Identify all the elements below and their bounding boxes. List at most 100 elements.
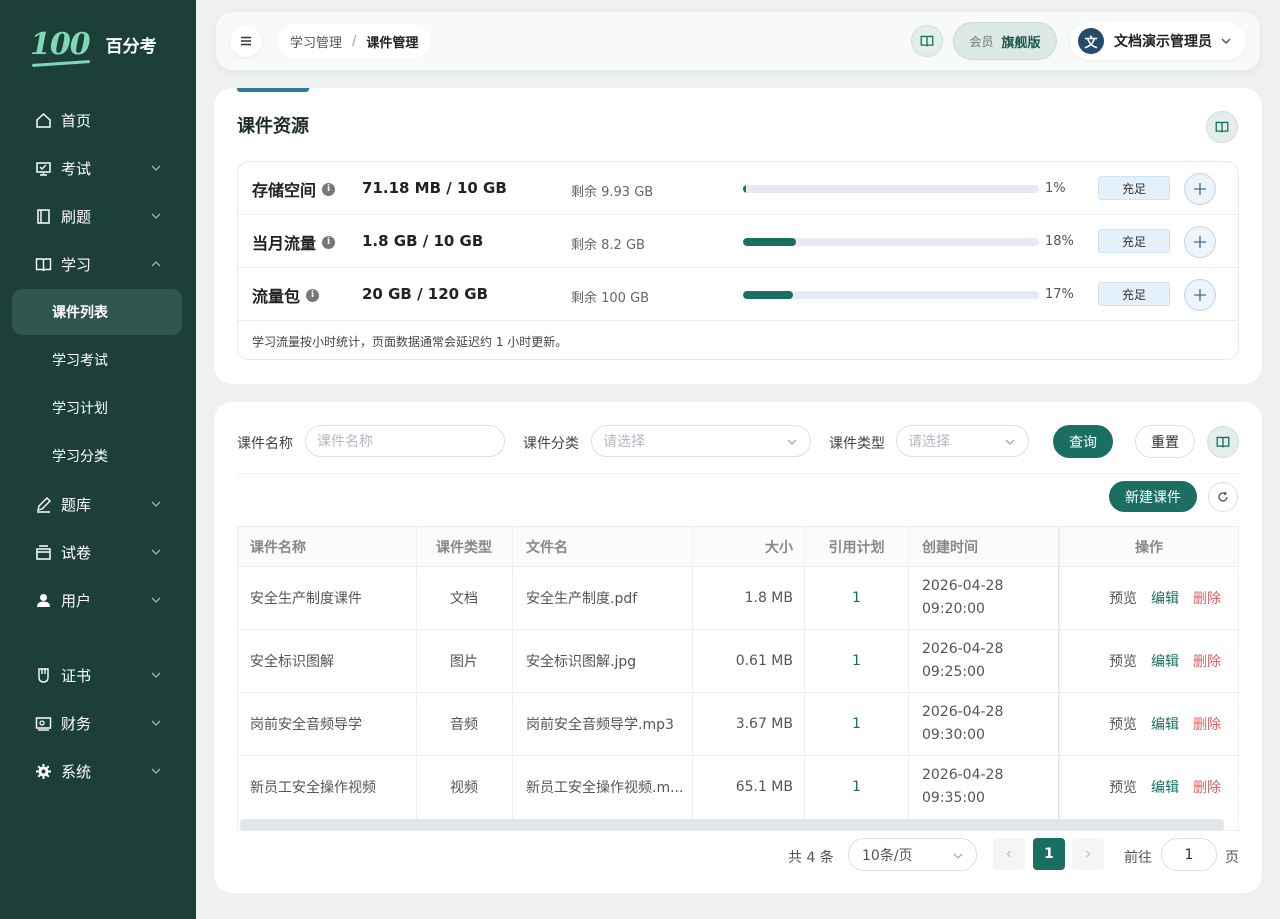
sidebar-item-label: 证书	[61, 666, 92, 685]
cell-type: 图片	[450, 654, 478, 670]
info-icon[interactable]: i	[322, 182, 336, 196]
status-badge[interactable]: 充足	[1098, 282, 1170, 306]
cell-type: 文档	[450, 591, 478, 607]
chevron-down-icon	[1221, 38, 1231, 44]
preview-link[interactable]: 预览	[1109, 651, 1137, 671]
sidebar-item-system[interactable]: 系统	[12, 748, 182, 794]
sidebar-item-study[interactable]: 学习	[12, 241, 182, 287]
refresh-button[interactable]	[1208, 482, 1238, 512]
resource-name: 流量包 i	[252, 283, 320, 307]
new-courseware-button[interactable]: 新建课件	[1109, 481, 1197, 512]
chevron-down-icon	[151, 549, 161, 555]
cell-type: 音频	[450, 717, 478, 733]
delete-link[interactable]: 删除	[1193, 714, 1221, 734]
cell-refs[interactable]: 1	[805, 693, 908, 755]
column-divider	[908, 527, 909, 819]
user-icon	[34, 591, 52, 609]
preview-link[interactable]: 预览	[1109, 714, 1137, 734]
cell-actions: 预览 编辑 删除	[1109, 567, 1235, 629]
book-icon	[920, 35, 934, 47]
top-header: 学习管理 / 课件管理 会员 旗舰版 文 文档演示管理员	[216, 12, 1260, 70]
goto-page-input[interactable]: 1	[1161, 838, 1217, 871]
usage-progress-bar	[743, 185, 1039, 193]
sidebar-item-practice[interactable]: 刷题	[12, 193, 182, 239]
delete-link[interactable]: 删除	[1193, 588, 1221, 608]
preview-link[interactable]: 预览	[1109, 588, 1137, 608]
gear-icon	[34, 762, 52, 780]
courseware-type-select[interactable]: 请选择	[896, 425, 1029, 457]
status-badge[interactable]: 充足	[1098, 229, 1170, 253]
sidebar-item-paper[interactable]: 试卷	[12, 529, 182, 575]
resource-usage: 71.18 MB / 10 GB	[362, 179, 507, 197]
sidebar-subitem-study-category[interactable]: 学习分类	[12, 433, 182, 479]
add-button[interactable]	[1184, 226, 1216, 258]
sidebar-item-home[interactable]: 首页	[12, 97, 182, 143]
resource-remaining: 剩余 9.93 GB	[571, 185, 654, 200]
sidebar-subitem-study-exam[interactable]: 学习考试	[12, 337, 182, 383]
sidebar-item-finance[interactable]: 财务	[12, 700, 182, 746]
delete-link[interactable]: 删除	[1193, 777, 1221, 797]
cell-refs[interactable]: 1	[805, 630, 908, 692]
home-icon	[34, 111, 52, 129]
cell-refs[interactable]: 1	[805, 567, 908, 629]
edit-link[interactable]: 编辑	[1151, 777, 1179, 797]
created-date: 2026-04-28	[922, 641, 1004, 657]
sidebar-item-user[interactable]: 用户	[12, 577, 182, 623]
sidebar-item-certificate[interactable]: 证书	[12, 652, 182, 698]
cell-name: 新员工安全操作视频	[250, 780, 376, 796]
progress-fill	[743, 185, 746, 193]
created-time: 09:35:00	[922, 790, 985, 806]
menu-toggle-button[interactable]	[230, 25, 262, 57]
member-label: 会员	[969, 34, 994, 49]
status-badge[interactable]: 充足	[1098, 176, 1170, 200]
preview-link[interactable]: 预览	[1109, 777, 1137, 797]
filter-category-label: 课件分类	[523, 436, 579, 452]
info-icon[interactable]: i	[322, 235, 336, 249]
avatar: 文	[1078, 28, 1104, 54]
usage-progress-bar	[743, 238, 1039, 246]
refresh-icon	[1218, 491, 1228, 502]
add-button[interactable]	[1184, 279, 1216, 311]
chevron-up-icon	[151, 261, 161, 267]
resource-remaining: 剩余 8.2 GB	[571, 238, 645, 253]
reset-button[interactable]: 重置	[1135, 425, 1195, 458]
edit-link[interactable]: 编辑	[1151, 714, 1179, 734]
horizontal-scrollbar[interactable]	[240, 819, 1224, 830]
sidebar-subitem-courseware-list[interactable]: 课件列表	[12, 289, 182, 335]
query-button[interactable]: 查询	[1053, 425, 1113, 458]
breadcrumb-item[interactable]: 学习管理	[290, 32, 342, 51]
docs-button[interactable]	[1206, 111, 1238, 143]
cell-actions: 预览 编辑 删除	[1109, 630, 1235, 692]
usage-percent: 1%	[1045, 181, 1066, 196]
sidebar-subitem-study-plan[interactable]: 学习计划	[12, 385, 182, 431]
courseware-category-select[interactable]: 请选择	[591, 425, 811, 457]
cell-refs[interactable]: 1	[805, 756, 908, 818]
user-menu[interactable]: 文 文档演示管理员	[1070, 22, 1246, 60]
cell-created: 2026-04-28 09:25:00	[922, 630, 1003, 692]
edit-link[interactable]: 编辑	[1151, 588, 1179, 608]
chevron-left-icon	[1006, 850, 1011, 858]
pen-icon	[34, 495, 52, 513]
sidebar-item-question-bank[interactable]: 题库	[12, 481, 182, 527]
edit-link[interactable]: 编辑	[1151, 651, 1179, 671]
courseware-name-input[interactable]: 课件名称	[305, 425, 505, 457]
resource-row-package: 流量包 i 20 GB / 120 GB 剩余 100 GB 17% 充足	[238, 268, 1238, 321]
prev-page-button[interactable]	[993, 838, 1025, 870]
page-number-current[interactable]: 1	[1033, 838, 1065, 870]
sidebar-item-exam[interactable]: 考试	[12, 145, 182, 191]
select-placeholder: 请选择	[908, 434, 950, 450]
next-page-button[interactable]	[1072, 838, 1104, 870]
info-icon[interactable]: i	[306, 288, 320, 302]
page-size-select[interactable]: 10条/页	[848, 838, 977, 871]
add-button[interactable]	[1184, 173, 1216, 205]
docs-button[interactable]	[1207, 426, 1239, 458]
delete-link[interactable]: 删除	[1193, 651, 1221, 671]
chevron-down-icon	[151, 501, 161, 507]
membership-badge[interactable]: 会员 旗舰版	[953, 22, 1057, 60]
logo[interactable]: 100 百分考	[30, 24, 157, 64]
docs-button[interactable]	[911, 25, 943, 57]
cell-name: 安全生产制度课件	[250, 591, 362, 607]
page-title: 课件资源	[237, 116, 309, 137]
chevron-right-icon	[1086, 850, 1091, 858]
practice-icon	[34, 207, 52, 225]
